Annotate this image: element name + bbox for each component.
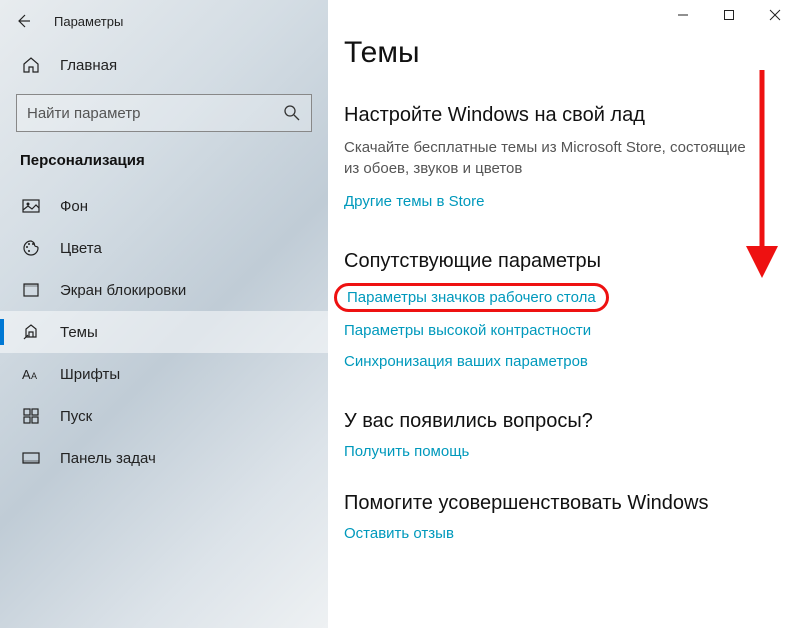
customize-desc: Скачайте бесплатные темы из Microsoft St…: [344, 137, 764, 179]
feedback-block: Помогите усовершенствовать Windows Остав…: [344, 492, 798, 542]
fonts-icon: AA: [22, 365, 40, 383]
sidebar-item-label: Цвета: [60, 240, 102, 257]
sidebar-item-background[interactable]: Фон: [0, 185, 328, 227]
window-title: Параметры: [54, 14, 123, 29]
search-input[interactable]: [16, 94, 312, 132]
sidebar-item-label: Темы: [60, 324, 98, 341]
minimize-button[interactable]: [660, 0, 706, 30]
help-heading: У вас появились вопросы?: [344, 410, 798, 433]
close-button[interactable]: [752, 0, 798, 30]
help-block: У вас появились вопросы? Получить помощь: [344, 410, 798, 460]
start-icon: [22, 407, 40, 425]
arrow-annotation: [742, 70, 782, 280]
titlebar: Параметры: [0, 10, 328, 44]
settings-window: Параметры Главная Персонализация Фон: [0, 0, 798, 628]
maximize-button[interactable]: [706, 0, 752, 30]
store-themes-link[interactable]: Другие темы в Store: [344, 193, 798, 210]
sidebar-item-label: Фон: [60, 198, 88, 215]
lockscreen-icon: [22, 281, 40, 299]
taskbar-icon: [22, 449, 40, 467]
related-block: Сопутствующие параметры Параметры значко…: [344, 250, 798, 370]
sidebar-item-colors[interactable]: Цвета: [0, 227, 328, 269]
sidebar-item-home[interactable]: Главная: [0, 44, 328, 86]
sidebar-item-label: Шрифты: [60, 366, 120, 383]
home-icon: [22, 56, 40, 74]
svg-text:A: A: [31, 371, 37, 381]
sidebar: Параметры Главная Персонализация Фон: [0, 0, 328, 628]
themes-icon: [22, 323, 40, 341]
sidebar-item-label: Пуск: [60, 408, 92, 425]
sidebar-item-lockscreen[interactable]: Экран блокировки: [0, 269, 328, 311]
sync-settings-link[interactable]: Синхронизация ваших параметров: [344, 353, 798, 370]
related-heading: Сопутствующие параметры: [344, 250, 798, 273]
customize-block: Настройте Windows на свой лад Скачайте б…: [344, 104, 798, 210]
sidebar-item-start[interactable]: Пуск: [0, 395, 328, 437]
content-area: Темы Настройте Windows на свой лад Скача…: [328, 0, 798, 628]
feedback-heading: Помогите усовершенствовать Windows: [344, 492, 798, 515]
picture-icon: [22, 197, 40, 215]
customize-heading: Настройте Windows на свой лад: [344, 104, 798, 127]
window-controls: [660, 0, 798, 30]
highlight-annotation: Параметры значков рабочего стола: [334, 283, 609, 312]
sidebar-home-label: Главная: [60, 57, 117, 74]
search-container: [0, 86, 328, 148]
sidebar-item-fonts[interactable]: AA Шрифты: [0, 353, 328, 395]
back-icon[interactable]: [14, 12, 32, 30]
svg-text:A: A: [22, 367, 31, 382]
desktop-icons-link[interactable]: Параметры значков рабочего стола: [347, 289, 596, 306]
sidebar-section-title: Персонализация: [0, 148, 328, 185]
feedback-link[interactable]: Оставить отзыв: [344, 525, 798, 542]
sidebar-item-themes[interactable]: Темы: [0, 311, 328, 353]
sidebar-item-label: Экран блокировки: [60, 282, 186, 299]
page-title: Темы: [344, 36, 798, 70]
sidebar-item-label: Панель задач: [60, 450, 156, 467]
search-field[interactable]: [27, 105, 283, 122]
search-icon: [283, 104, 301, 122]
high-contrast-link[interactable]: Параметры высокой контрастности: [344, 322, 798, 339]
palette-icon: [22, 239, 40, 257]
nav-list: Фон Цвета Экран блокировки Темы: [0, 185, 328, 479]
get-help-link[interactable]: Получить помощь: [344, 443, 798, 460]
sidebar-item-taskbar[interactable]: Панель задач: [0, 437, 328, 479]
